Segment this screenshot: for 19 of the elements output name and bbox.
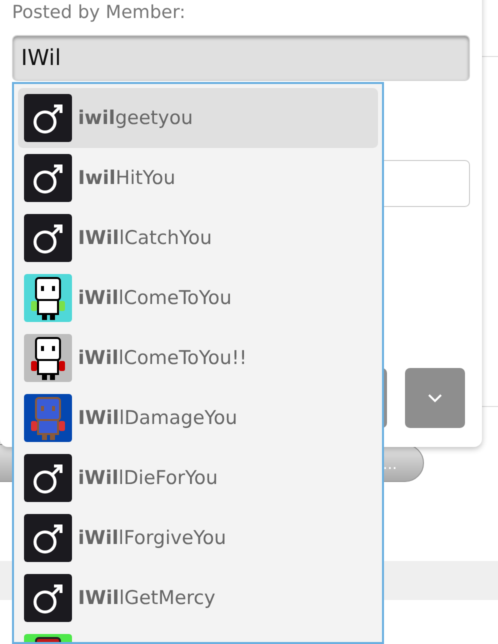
suggestion-item[interactable]: iwilgeetyou	[18, 88, 378, 148]
male-symbol-icon	[24, 154, 72, 202]
male-symbol-icon	[24, 214, 72, 262]
suggestion-item[interactable]: iWillComeToYou!!	[18, 328, 378, 388]
suggestion-item[interactable]: iWillComeToYou	[18, 268, 378, 328]
chevron-down-icon	[428, 394, 442, 402]
suggestion-item[interactable]: IWillGetMercy	[18, 568, 378, 628]
suggestion-item[interactable]: iWillForgiveYou	[18, 508, 378, 568]
dropdown-button[interactable]	[405, 368, 465, 428]
suggestion-item[interactable]: IWillDamageYou	[18, 388, 378, 448]
suggestion-item[interactable]: IwilHitYou	[18, 148, 378, 208]
suggestion-item[interactable]: IWillCatchYou	[18, 208, 378, 268]
member-input-field[interactable]: IWil	[12, 35, 470, 81]
male-symbol-icon	[24, 574, 72, 622]
suggestion-item[interactable]: iWillDieForYou	[18, 448, 378, 508]
male-symbol-icon	[24, 454, 72, 502]
male-symbol-icon	[24, 514, 72, 562]
field-label: Posted by Member:	[12, 2, 186, 24]
male-symbol-icon	[24, 94, 72, 142]
